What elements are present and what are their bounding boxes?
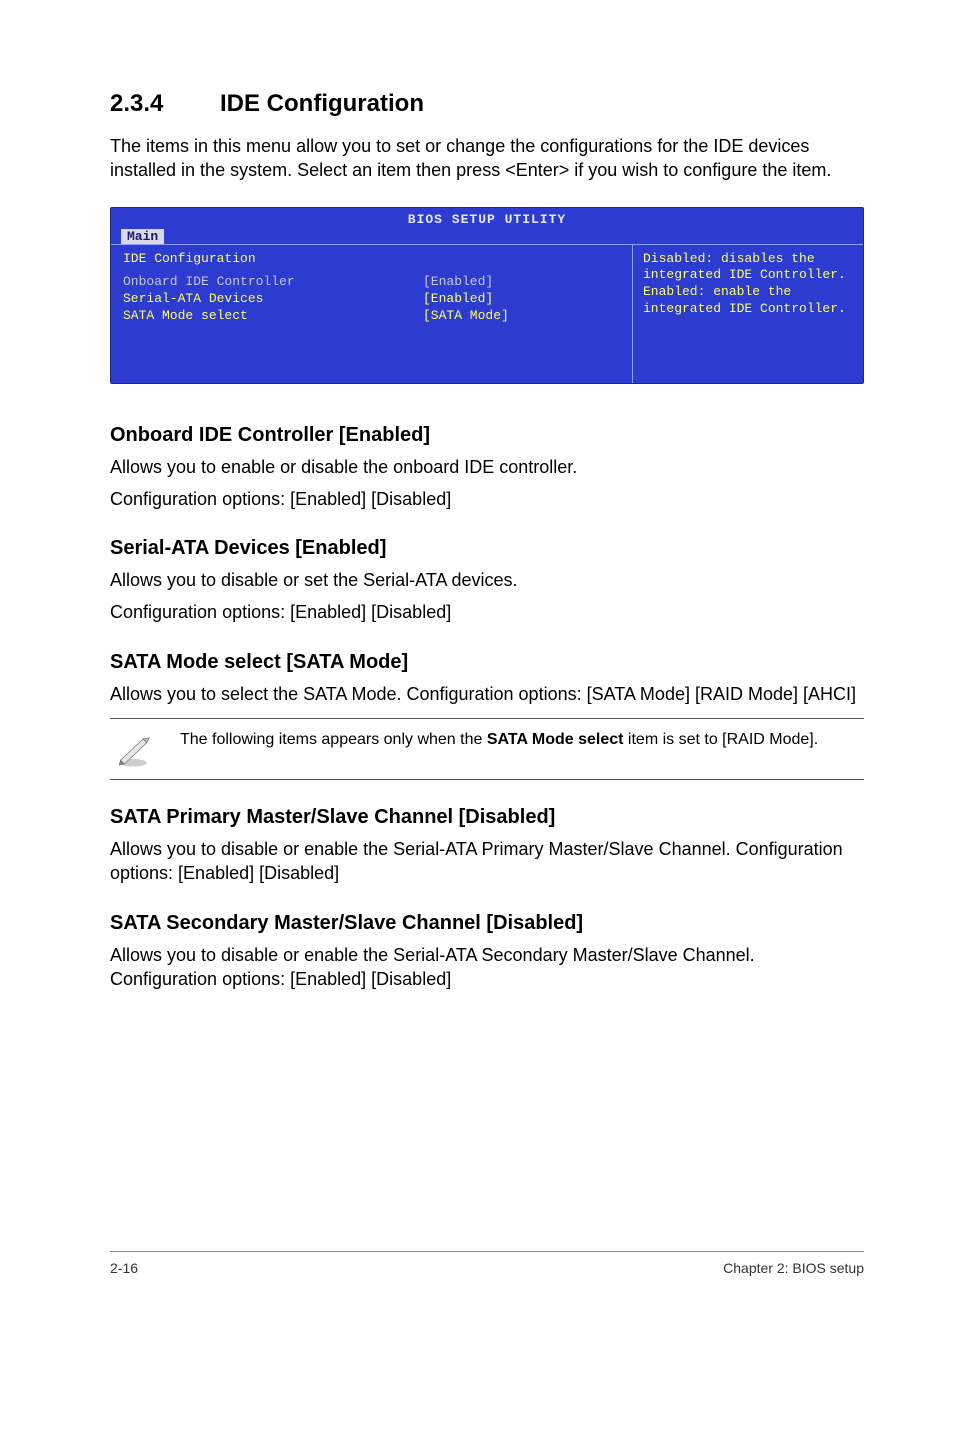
bios-row-label: SATA Mode select	[123, 308, 423, 323]
bios-help-text: Disabled: disables the integrated IDE Co…	[643, 251, 846, 317]
note-icon	[110, 729, 156, 769]
bios-left-panel: IDE Configuration Onboard IDE Controller…	[111, 245, 632, 383]
page-footer: 2-16 Chapter 2: BIOS setup	[110, 1251, 864, 1276]
section-title: IDE Configuration	[220, 90, 424, 117]
subsection-heading: SATA Mode select [SATA Mode]	[110, 651, 864, 674]
bios-help-panel: Disabled: disables the integrated IDE Co…	[632, 245, 863, 383]
section-heading: 2.3.4IDE Configuration	[110, 90, 864, 118]
bios-row-value: [Enabled]	[423, 291, 493, 306]
subsection-text: Allows you to enable or disable the onbo…	[110, 455, 864, 479]
bios-row-value: [Enabled]	[423, 274, 493, 289]
subsection-heading: Onboard IDE Controller [Enabled]	[110, 424, 864, 447]
bios-row: Serial-ATA Devices [Enabled]	[123, 291, 620, 306]
footer-page-number: 2-16	[110, 1260, 138, 1276]
note-post: item is set to [RAID Mode].	[623, 731, 818, 748]
note-bold: SATA Mode select	[487, 731, 624, 748]
note-pre: The following items appears only when th…	[180, 731, 487, 748]
subsection-text: Allows you to disable or set the Serial-…	[110, 568, 864, 592]
bios-title: BIOS SETUP UTILITY	[111, 208, 863, 229]
note-text: The following items appears only when th…	[180, 729, 818, 751]
subsection-heading: Serial-ATA Devices [Enabled]	[110, 537, 864, 560]
subsection-heading: SATA Primary Master/Slave Channel [Disab…	[110, 806, 864, 829]
subsection-text: Allows you to disable or enable the Seri…	[110, 943, 864, 992]
subsection-heading: SATA Secondary Master/Slave Channel [Dis…	[110, 912, 864, 935]
intro-paragraph: The items in this menu allow you to set …	[110, 134, 864, 183]
bios-row: SATA Mode select [SATA Mode]	[123, 308, 620, 323]
note-box: The following items appears only when th…	[110, 718, 864, 780]
bios-row-value: [SATA Mode]	[423, 308, 509, 323]
bios-screenshot: BIOS SETUP UTILITY Main IDE Configuratio…	[110, 207, 864, 384]
subsection-text: Configuration options: [Enabled] [Disabl…	[110, 487, 864, 511]
footer-chapter: Chapter 2: BIOS setup	[723, 1260, 864, 1276]
bios-tab-main: Main	[121, 229, 164, 244]
bios-panel-title: IDE Configuration	[123, 251, 256, 266]
subsection-text: Allows you to disable or enable the Seri…	[110, 837, 864, 886]
subsection-text: Allows you to select the SATA Mode. Conf…	[110, 682, 864, 706]
bios-row: Onboard IDE Controller [Enabled]	[123, 274, 620, 289]
section-number: 2.3.4	[110, 90, 220, 118]
bios-row-label: Serial-ATA Devices	[123, 291, 423, 306]
bios-row-label: Onboard IDE Controller	[123, 274, 423, 289]
subsection-text: Configuration options: [Enabled] [Disabl…	[110, 600, 864, 624]
